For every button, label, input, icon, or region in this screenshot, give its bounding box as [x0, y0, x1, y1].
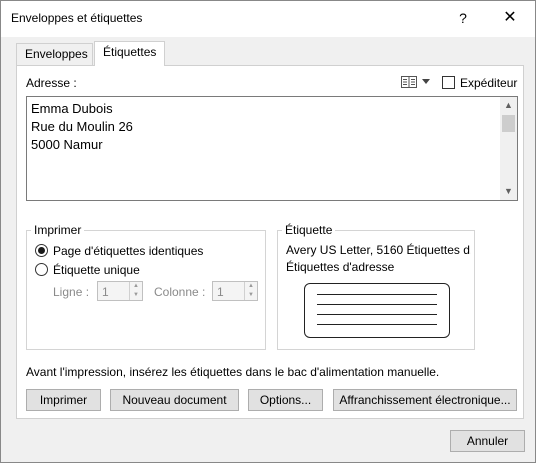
address-text: Emma Dubois Rue du Moulin 26 5000 Namur: [31, 100, 133, 154]
envelopes-labels-dialog: Enveloppes et étiquettes ? ✕ Enveloppes …: [0, 0, 536, 463]
column-value: 1: [217, 285, 224, 299]
manual-feed-note: Avant l'impression, insérez les étiquett…: [26, 365, 440, 379]
tab-envelopes[interactable]: Enveloppes: [16, 43, 93, 65]
tab-labels-label: Étiquettes: [103, 45, 157, 59]
new-document-button[interactable]: Nouveau document: [110, 389, 239, 411]
scroll-up-icon[interactable]: ▲: [500, 97, 517, 114]
label-type[interactable]: Étiquettes d'adresse: [286, 260, 394, 274]
print-group-title: Imprimer: [31, 223, 85, 237]
chevron-up-icon[interactable]: ▲: [130, 282, 142, 291]
address-textarea[interactable]: Emma Dubois Rue du Moulin 26 5000 Namur ▲ …: [26, 96, 518, 201]
column-stepper-buttons[interactable]: ▲ ▼: [244, 282, 257, 300]
column-stepper[interactable]: 1 ▲ ▼: [212, 281, 258, 301]
address-label: Adresse :: [26, 76, 77, 90]
close-button[interactable]: ✕: [497, 7, 523, 29]
label-preview[interactable]: [304, 283, 450, 338]
preview-line: [317, 304, 437, 305]
address-line: Emma Dubois: [31, 101, 113, 116]
title-bar: Enveloppes et étiquettes ? ✕: [1, 1, 535, 37]
sender-checkbox-label: Expéditeur: [460, 76, 518, 90]
chevron-up-icon[interactable]: ▲: [245, 282, 257, 291]
scroll-down-icon[interactable]: ▼: [500, 183, 517, 200]
window-title: Enveloppes et étiquettes: [11, 11, 143, 25]
single-label-radio[interactable]: [35, 263, 48, 276]
address-book-icon[interactable]: [401, 76, 417, 88]
options-button[interactable]: Options...: [248, 389, 323, 411]
label-product[interactable]: Avery US Letter, 5160 Étiquettes d...: [286, 243, 471, 257]
tab-labels[interactable]: Étiquettes: [94, 41, 165, 66]
sender-checkbox[interactable]: [442, 76, 455, 89]
electronic-postage-button[interactable]: Affranchissement électronique...: [333, 389, 517, 411]
cancel-button[interactable]: Annuler: [450, 430, 525, 452]
help-button[interactable]: ?: [453, 7, 473, 29]
column-label: Colonne :: [154, 285, 206, 299]
chevron-down-icon[interactable]: ▼: [245, 291, 257, 300]
row-stepper-buttons[interactable]: ▲ ▼: [129, 282, 142, 300]
print-button[interactable]: Imprimer: [26, 389, 101, 411]
full-page-radio[interactable]: [35, 244, 48, 257]
label-group-title: Étiquette: [282, 223, 336, 237]
row-value: 1: [102, 285, 109, 299]
address-line: Rue du Moulin 26: [31, 119, 133, 134]
full-page-radio-label: Page d'étiquettes identiques: [53, 244, 204, 258]
address-line: 5000 Namur: [31, 137, 103, 152]
preview-line: [317, 294, 437, 295]
single-label-radio-label: Étiquette unique: [53, 263, 140, 277]
address-scrollbar[interactable]: ▲ ▼: [500, 97, 517, 200]
chevron-down-icon[interactable]: ▼: [130, 291, 142, 300]
row-label: Ligne :: [53, 285, 90, 299]
row-stepper[interactable]: 1 ▲ ▼: [97, 281, 143, 301]
chevron-down-icon[interactable]: [422, 79, 430, 84]
scroll-thumb[interactable]: [502, 115, 515, 132]
preview-line: [317, 314, 437, 315]
preview-line: [317, 324, 437, 325]
tab-envelopes-label: Enveloppes: [25, 47, 88, 61]
